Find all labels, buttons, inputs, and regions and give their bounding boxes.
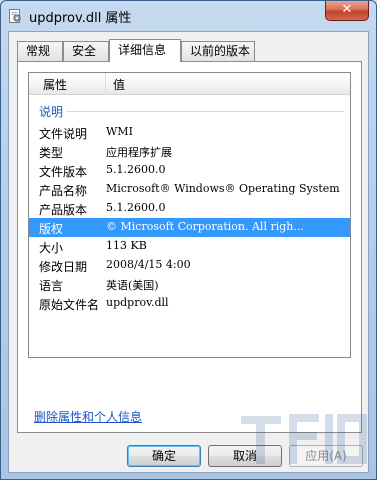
property-name: 版权: [39, 222, 64, 236]
details-panel: 属性 值 说明 文件说明 WMI 类型 应用程序扩展 文件版本 5.1.2600…: [17, 61, 362, 433]
property-name: 大小: [39, 241, 64, 255]
property-name: 文件版本: [39, 165, 88, 179]
close-icon: ✕: [341, 2, 353, 17]
property-value: WMI: [106, 125, 133, 138]
group-label: 说明: [39, 103, 68, 120]
property-name: 文件说明: [39, 127, 88, 141]
dialog-body: 常规 安全 详细信息 以前的版本 属性 值 说明 文件说明 WMI 类型 应用程…: [8, 31, 369, 473]
property-value: 应用程序扩展: [106, 146, 172, 159]
property-name: 语言: [39, 279, 64, 293]
detail-row[interactable]: 修改日期 2008/4/15 4:00: [29, 256, 350, 275]
tab-general[interactable]: 常规: [17, 41, 63, 61]
property-value: 2008/4/15 4:00: [106, 258, 191, 271]
detail-row-selected[interactable]: 版权 © Microsoft Corporation. All righ...: [29, 218, 350, 237]
tab-previous-versions[interactable]: 以前的版本: [181, 41, 255, 61]
ok-button[interactable]: 确定: [127, 445, 201, 467]
property-name: 产品版本: [39, 203, 88, 217]
dll-file-icon: [9, 9, 21, 23]
detail-row[interactable]: 产品名称 Microsoft® Windows® Operating Syste…: [29, 180, 350, 199]
title-bar[interactable]: updprov.dll 属性 ✕: [1, 1, 376, 31]
tab-details[interactable]: 详细信息: [109, 39, 181, 62]
remove-properties-link[interactable]: 删除属性和个人信息: [34, 408, 142, 425]
property-name: 产品名称: [39, 184, 88, 198]
property-name: 原始文件名: [39, 298, 100, 312]
property-value: 5.1.2600.0: [106, 163, 166, 176]
detail-row[interactable]: 文件说明 WMI: [29, 123, 350, 142]
group-divider: [39, 111, 344, 112]
detail-row[interactable]: 大小 113 KB: [29, 237, 350, 256]
column-header-property[interactable]: 属性: [43, 76, 67, 93]
column-header-value[interactable]: 值: [113, 76, 125, 93]
detail-row[interactable]: 原始文件名 updprov.dll: [29, 294, 350, 313]
property-value: Microsoft® Windows® Operating System: [106, 182, 340, 195]
property-value: updprov.dll: [106, 296, 169, 309]
close-button[interactable]: ✕: [325, 1, 369, 21]
property-value: 113 KB: [106, 239, 147, 252]
window-title: updprov.dll 属性: [29, 11, 132, 26]
property-value: © Microsoft Corporation. All righ...: [106, 220, 304, 233]
properties-window: updprov.dll 属性 ✕ 常规 安全 详细信息 以前的版本 属性 值 说…: [0, 0, 377, 480]
property-name: 修改日期: [39, 260, 88, 274]
detail-row[interactable]: 类型 应用程序扩展: [29, 142, 350, 161]
cancel-button[interactable]: 取消: [208, 445, 282, 467]
list-header: 属性 值: [29, 73, 350, 95]
details-list[interactable]: 属性 值 说明 文件说明 WMI 类型 应用程序扩展 文件版本 5.1.2600…: [28, 72, 351, 358]
detail-row[interactable]: 语言 英语(美国): [29, 275, 350, 294]
detail-row[interactable]: 产品版本 5.1.2600.0: [29, 199, 350, 218]
property-name: 类型: [39, 146, 64, 160]
detail-row[interactable]: 文件版本 5.1.2600.0: [29, 161, 350, 180]
group-heading-description: 说明: [39, 103, 344, 120]
property-value: 5.1.2600.0: [106, 201, 166, 214]
apply-button[interactable]: 应用(A): [289, 445, 363, 467]
property-value: 英语(美国): [106, 279, 159, 292]
tab-security[interactable]: 安全: [63, 41, 109, 61]
column-divider[interactable]: [105, 73, 106, 95]
